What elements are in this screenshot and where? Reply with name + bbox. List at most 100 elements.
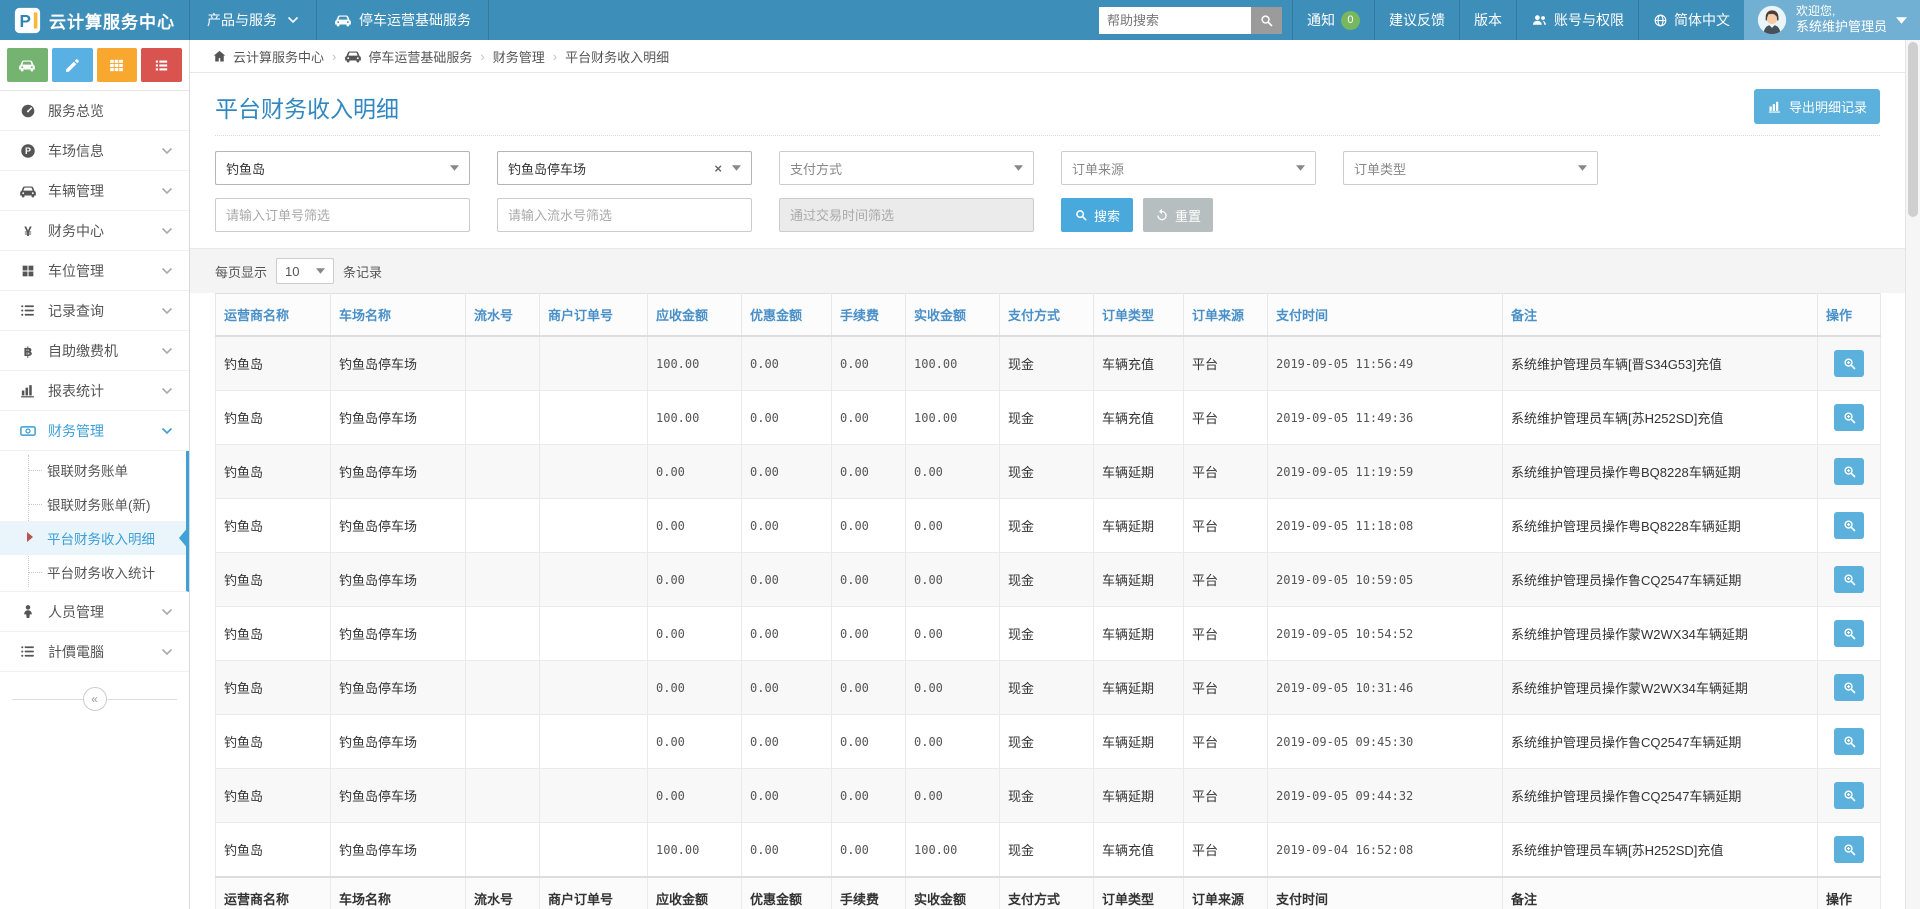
trade-time-input[interactable] <box>779 198 1034 232</box>
select-value: 订单类型 <box>1354 161 1407 177</box>
view-detail-button[interactable] <box>1834 728 1864 755</box>
table-cell: 现金 <box>999 606 1094 661</box>
sidebar-item-label: 财务管理 <box>48 422 104 439</box>
table-cell: 100.00 <box>905 822 1000 878</box>
account-permissions-label: 账号与权限 <box>1553 12 1624 28</box>
chevron-down-icon <box>161 147 173 155</box>
order-type-select[interactable]: 订单类型 <box>1343 151 1598 185</box>
brand-logo[interactable]: P 云计算服务中心 <box>0 0 190 40</box>
version-button[interactable]: 版本 <box>1458 0 1516 40</box>
page-scrollbar[interactable] <box>1905 40 1920 909</box>
breadcrumb-item-3[interactable]: 财务管理 <box>493 47 545 66</box>
view-detail-button[interactable] <box>1834 512 1864 539</box>
column-header[interactable]: 支付时间 <box>1267 293 1503 337</box>
sidebar-subitem-2[interactable]: 银联财务账单(新) <box>0 487 186 521</box>
user-menu[interactable]: 欢迎您, 系统维护管理员 <box>1743 0 1920 40</box>
view-detail-button[interactable] <box>1834 458 1864 485</box>
column-header[interactable]: 商户订单号 <box>539 293 648 337</box>
view-detail-button[interactable] <box>1834 674 1864 701</box>
sidebar-item-8[interactable]: 报表统计 <box>0 371 189 411</box>
view-detail-button[interactable] <box>1834 620 1864 647</box>
page-size-select[interactable]: 10 <box>276 258 335 284</box>
view-detail-button[interactable] <box>1834 350 1864 377</box>
column-header[interactable]: 手续费 <box>831 293 906 337</box>
sidebar-submenu: 银联财务账单 银联财务账单(新) 平台财务收入明细 平台财务收入统计 <box>0 451 189 592</box>
table-cell: 系统维护管理员操作粤BQ8228车辆延期 <box>1502 498 1818 553</box>
parklot-select[interactable]: 钓鱼岛停车场 × <box>497 151 752 185</box>
sidebar-item-6[interactable]: 记录查询 <box>0 291 189 331</box>
bar-chart-icon <box>1767 99 1782 114</box>
payment-method-select[interactable]: 支付方式 <box>779 151 1034 185</box>
reset-button[interactable]: 重置 <box>1143 198 1214 232</box>
quick-list-button[interactable] <box>141 48 182 82</box>
nav-menu-item-1[interactable]: 产品与服务 <box>190 0 317 40</box>
table-cell: 车辆延期 <box>1093 768 1184 823</box>
table-cell: 0.00 <box>741 444 832 499</box>
sidebar-item-9[interactable]: 财务管理 <box>0 411 189 451</box>
view-detail-button[interactable] <box>1834 566 1864 593</box>
column-header[interactable]: 运营商名称 <box>215 293 331 337</box>
language-button[interactable]: 简体中文 <box>1637 0 1744 40</box>
quick-car-button[interactable] <box>7 48 48 82</box>
sidebar-subitem-1[interactable]: 银联财务账单 <box>0 453 186 487</box>
help-search-input[interactable] <box>1098 6 1251 34</box>
baht-icon: ฿ <box>18 342 37 360</box>
breadcrumb-separator: › <box>332 48 337 64</box>
navbar-spacer <box>489 0 1089 40</box>
footer-column-header: 支付时间 <box>1267 876 1503 909</box>
view-detail-button[interactable] <box>1834 404 1864 431</box>
table-cell: 系统维护管理员操作鲁CQ2547车辆延期 <box>1502 552 1818 607</box>
quick-grid-button[interactable] <box>96 48 138 82</box>
column-header[interactable]: 备注 <box>1502 293 1818 337</box>
sidebar-subitem-3[interactable]: 平台财务收入明细 <box>0 521 189 555</box>
select-controls <box>1578 165 1587 171</box>
sidebar-collapse-button[interactable]: « <box>82 687 107 711</box>
column-header[interactable]: 流水号 <box>465 293 540 337</box>
clear-selection-icon[interactable]: × <box>714 161 722 176</box>
breadcrumb-item-4[interactable]: 平台财务收入明细 <box>565 47 669 66</box>
order-no-input[interactable] <box>215 198 470 232</box>
scrollbar-thumb[interactable] <box>1908 42 1918 217</box>
sidebar-item-10[interactable]: 人员管理 <box>0 592 189 632</box>
export-records-button[interactable]: 导出明细记录 <box>1753 89 1880 124</box>
order-source-select[interactable]: 订单来源 <box>1061 151 1316 185</box>
reset-button-label: 重置 <box>1175 208 1202 224</box>
sidebar-item-2[interactable]: P 车场信息 <box>0 131 189 171</box>
sidebar-item-7[interactable]: ฿ 自助缴费机 <box>0 331 189 371</box>
column-header[interactable]: 订单类型 <box>1093 293 1184 337</box>
serial-no-input[interactable] <box>497 198 752 232</box>
operator-select[interactable]: 钓鱼岛 <box>215 151 470 185</box>
help-search-button[interactable] <box>1250 6 1282 34</box>
account-permissions-button[interactable]: 账号与权限 <box>1515 0 1638 40</box>
column-header[interactable]: 支付方式 <box>999 293 1094 337</box>
sidebar-item-1[interactable]: 服务总览 <box>0 91 189 131</box>
quick-pencil-button[interactable] <box>51 48 93 82</box>
view-detail-button[interactable] <box>1834 782 1864 809</box>
nav-menu-item-2[interactable]: 停车运营基础服务 <box>317 0 489 40</box>
sidebar-item-5[interactable]: 车位管理 <box>0 251 189 291</box>
column-header[interactable]: 订单来源 <box>1183 293 1268 337</box>
search-button[interactable]: 搜索 <box>1061 198 1134 232</box>
user-avatar <box>1757 5 1787 35</box>
feedback-button[interactable]: 建议反馈 <box>1373 0 1459 40</box>
notification-count-badge: 0 <box>1340 10 1360 30</box>
column-header[interactable]: 操作 <box>1817 293 1881 337</box>
table-cell: 系统维护管理员操作蒙W2WX34车辆延期 <box>1502 660 1818 715</box>
table-cell <box>539 768 648 823</box>
breadcrumb: 云计算服务中心 › 停车运营基础服务 › 财务管理 › 平台财务收入明细 <box>190 40 1905 73</box>
sidebar-item-label: 车辆管理 <box>48 182 104 199</box>
sidebar-item-11[interactable]: 計價電腦 <box>0 632 189 672</box>
notifications-button[interactable]: 通知 0 <box>1291 0 1374 40</box>
column-header[interactable]: 应收金额 <box>647 293 742 337</box>
active-item-arrow <box>179 526 189 550</box>
breadcrumb-item-1[interactable]: 云计算服务中心 <box>212 47 324 66</box>
column-header[interactable]: 车场名称 <box>330 293 466 337</box>
sidebar-item-3[interactable]: 车辆管理 <box>0 171 189 211</box>
view-detail-button[interactable] <box>1834 836 1864 863</box>
sidebar-item-4[interactable]: ¥ 财务中心 <box>0 211 189 251</box>
table-cell: 0.00 <box>741 768 832 823</box>
sidebar-subitem-4[interactable]: 平台财务收入统计 <box>0 555 186 589</box>
column-header[interactable]: 实收金额 <box>905 293 1000 337</box>
breadcrumb-item-2[interactable]: 停车运营基础服务 <box>344 47 472 66</box>
column-header[interactable]: 优惠金额 <box>741 293 832 337</box>
